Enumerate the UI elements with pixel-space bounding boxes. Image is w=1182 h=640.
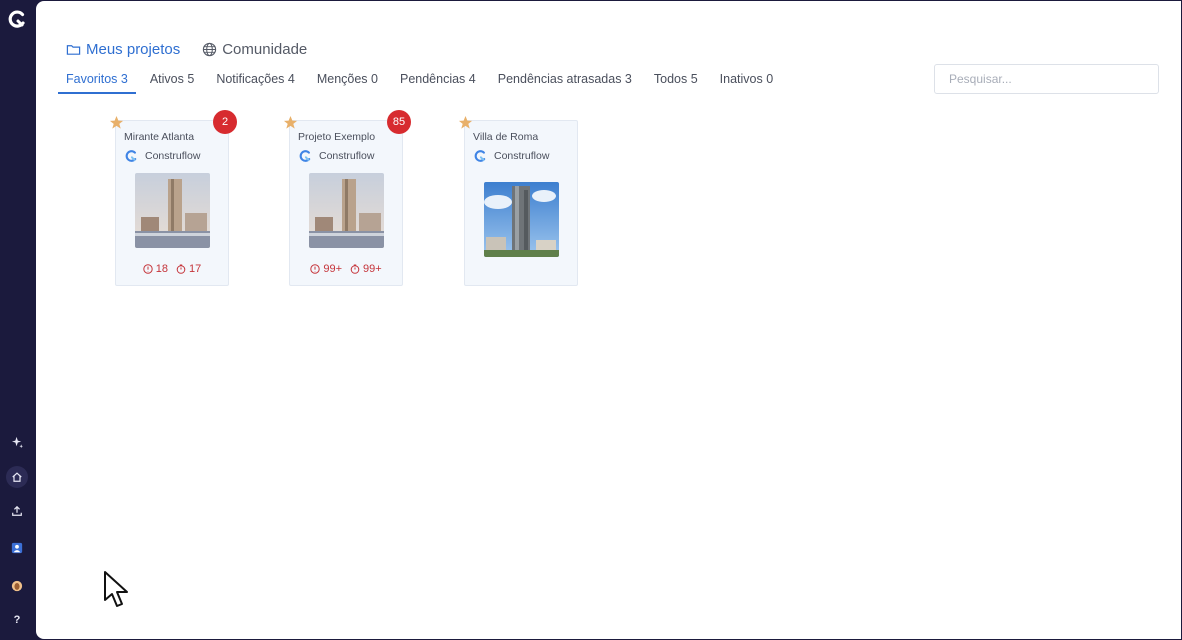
filter-todos[interactable]: Todos 5 <box>646 70 706 92</box>
sidebar: ? <box>0 0 36 640</box>
header-tabs: Meus projetos Comunidade <box>66 41 307 58</box>
project-title: Villa de Roma <box>473 131 539 143</box>
user-icon[interactable] <box>6 537 28 559</box>
filter-pendencias[interactable]: Pendências 4 <box>392 70 484 92</box>
help-icon[interactable]: ? <box>6 609 28 631</box>
construflow-icon <box>125 150 137 162</box>
overdue-count: 99+ <box>363 263 382 275</box>
alert-stat: 18 <box>143 263 168 275</box>
alert-icon <box>310 264 321 274</box>
project-image <box>135 173 210 248</box>
project-image <box>484 182 559 257</box>
alert-icon <box>143 264 153 274</box>
filter-favoritos[interactable]: Favoritos 3 <box>58 70 136 94</box>
company-label: Construflow <box>494 150 550 162</box>
filter-pendencias-atrasadas[interactable]: Pendências atrasadas 3 <box>490 70 640 92</box>
timer-icon <box>176 264 186 274</box>
filter-inativos[interactable]: Inativos 0 <box>712 70 782 92</box>
upload-icon[interactable] <box>6 500 28 522</box>
tab-comunidade[interactable]: Comunidade <box>202 41 307 58</box>
construflow-logo-icon[interactable] <box>7 9 27 29</box>
project-title: Projeto Exemplo <box>298 131 376 143</box>
overdue-count: 17 <box>189 263 202 275</box>
notification-badge: 85 <box>387 110 411 134</box>
filter-mencoes[interactable]: Menções 0 <box>309 70 386 92</box>
tab-meus-projetos[interactable]: Meus projetos <box>66 41 180 58</box>
construflow-icon <box>299 150 311 162</box>
project-stats: 99+ 99+ <box>290 263 402 275</box>
tab-label: Comunidade <box>222 41 308 58</box>
mouse-cursor-icon <box>104 571 128 607</box>
profile-avatar-icon[interactable] <box>6 575 28 597</box>
company-label: Construflow <box>319 150 375 162</box>
tab-label: Meus projetos <box>86 41 181 58</box>
construflow-icon <box>474 150 486 162</box>
project-card-villa-de-roma[interactable]: Villa de Roma Construflow <box>458 115 578 286</box>
notification-badge: 2 <box>213 110 237 134</box>
search-input[interactable] <box>934 64 1159 94</box>
overdue-stat: 99+ <box>350 263 382 275</box>
star-icon[interactable] <box>283 115 298 130</box>
star-icon[interactable] <box>109 115 124 130</box>
filter-notificacoes[interactable]: Notificações 4 <box>208 70 303 92</box>
sparkle-icon[interactable] <box>6 431 28 453</box>
project-company: Construflow <box>298 149 374 163</box>
main-panel: Meus projetos Comunidade Favoritos 3 Ati… <box>36 1 1181 639</box>
alert-count: 18 <box>155 263 168 275</box>
filter-ativos[interactable]: Ativos 5 <box>142 70 202 92</box>
filter-tabs: Favoritos 3 Ativos 5 Notificações 4 Menç… <box>58 70 787 94</box>
project-image <box>309 173 384 248</box>
alert-count: 99+ <box>323 263 342 275</box>
project-card-mirante-atlanta[interactable]: 2 Mirante Atlanta Construflow 18 17 <box>109 110 237 286</box>
project-company: Construflow <box>124 149 200 163</box>
timer-icon <box>350 264 360 274</box>
home-icon[interactable] <box>6 466 28 488</box>
alert-stat: 99+ <box>310 263 342 275</box>
globe-icon <box>203 42 217 57</box>
project-company: Construflow <box>473 149 549 163</box>
project-stats: 18 17 <box>116 263 228 275</box>
overdue-stat: 17 <box>176 263 201 275</box>
project-card-projeto-exemplo[interactable]: 85 Projeto Exemplo Construflow 99+ 99+ <box>283 110 411 286</box>
project-title: Mirante Atlanta <box>124 131 195 143</box>
help-label: ? <box>13 614 21 626</box>
star-icon[interactable] <box>458 115 473 130</box>
company-label: Construflow <box>145 150 201 162</box>
folder-icon <box>66 45 81 55</box>
